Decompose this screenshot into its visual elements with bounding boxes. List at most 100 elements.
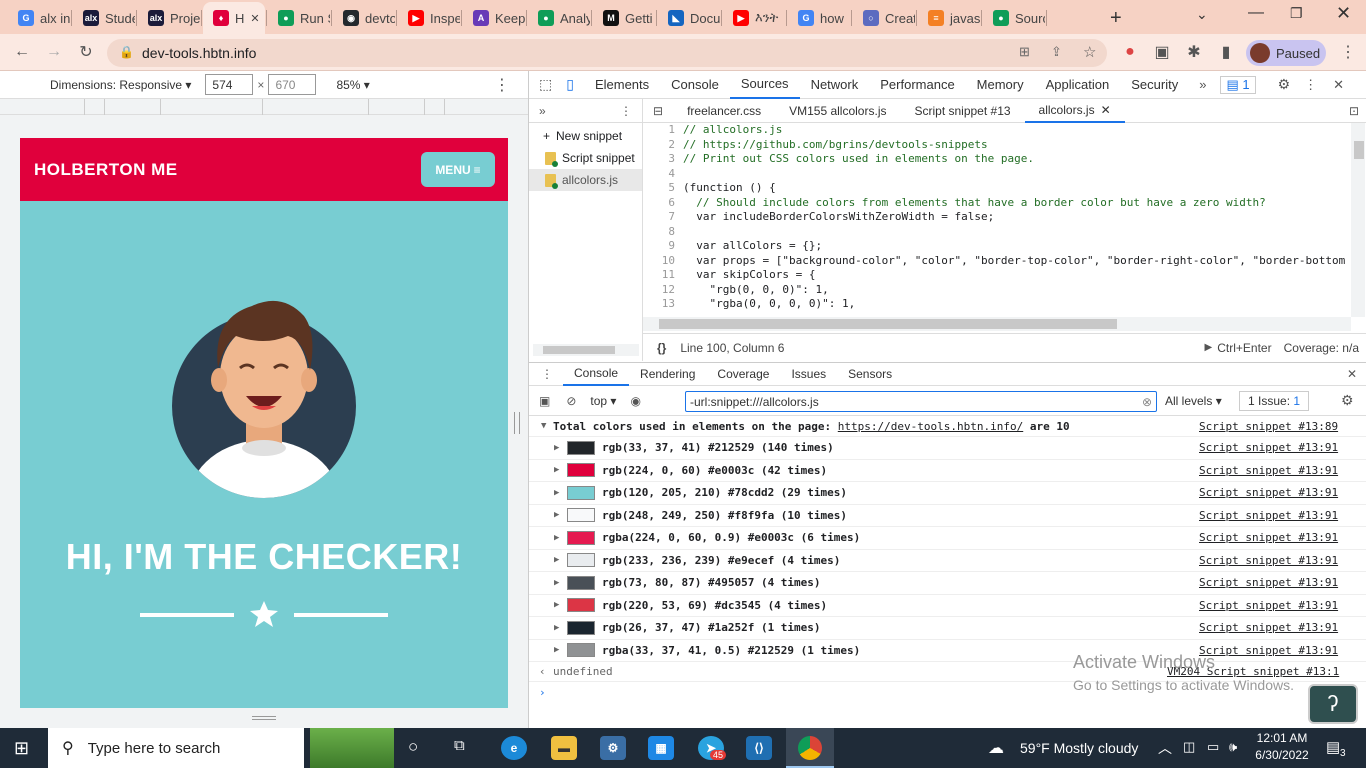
clear-console-icon[interactable]: ⊘ xyxy=(558,394,584,408)
devtools-tab-sources[interactable]: Sources xyxy=(729,71,800,99)
task-view-icon[interactable]: ⧉ xyxy=(454,737,465,754)
expand-triangle-icon[interactable]: ▶ xyxy=(554,510,559,520)
source-link[interactable]: Script snippet #13:91 xyxy=(1199,554,1338,567)
source-link[interactable]: Script snippet #13:89 xyxy=(1199,420,1338,433)
source-link[interactable]: Script snippet #13:91 xyxy=(1199,599,1338,612)
source-link[interactable]: Script snippet #13:91 xyxy=(1199,486,1338,499)
console-sidebar-icon[interactable]: ▣ xyxy=(529,394,558,408)
line-number[interactable]: 13 xyxy=(643,297,683,312)
line-number[interactable]: 4 xyxy=(643,167,683,182)
translate-icon[interactable]: ⊞ xyxy=(1019,44,1030,60)
browser-tab[interactable]: ◣ Docu xyxy=(658,5,720,31)
store-icon[interactable]: ▦ xyxy=(648,736,674,760)
drawer-tab-console[interactable]: Console xyxy=(563,362,630,386)
devtools-tab-network[interactable]: Network xyxy=(800,71,870,99)
expand-triangle-icon[interactable]: ▶ xyxy=(554,600,559,610)
device-more-icon[interactable]: ⋮ xyxy=(494,75,510,95)
expand-triangle-icon[interactable]: ▶ xyxy=(554,443,559,453)
browser-tab[interactable]: M Getti xyxy=(593,5,655,31)
editor-tab[interactable]: Script snippet #13 xyxy=(900,99,1024,123)
more-tabs-icon[interactable]: » xyxy=(1189,77,1216,92)
console-color-row[interactable]: ▶ rgb(33, 37, 41) #212529 (140 times) Scri… xyxy=(529,437,1366,460)
width-input[interactable]: 574 xyxy=(205,74,254,95)
line-number[interactable]: 3 xyxy=(643,152,683,167)
clear-filter-icon[interactable]: ⊗ xyxy=(1142,395,1152,409)
editor-tab[interactable]: allcolors.js ✕ xyxy=(1024,98,1125,123)
editor-horizontal-scrollbar[interactable] xyxy=(643,317,1351,331)
browser-tab[interactable]: alx Proje xyxy=(138,5,200,31)
snippet-item-selected[interactable]: allcolors.js xyxy=(529,169,642,191)
line-number[interactable]: 9 xyxy=(643,239,683,254)
devtools-tab-application[interactable]: Application xyxy=(1035,71,1121,99)
browser-tab[interactable]: Ghow xyxy=(788,5,850,31)
extension-icon[interactable]: ▣ xyxy=(1152,42,1172,62)
source-link[interactable]: Script snippet #13:91 xyxy=(1199,621,1338,634)
address-bar[interactable]: 🔒 dev-tools.hbtn.info ⊞ ⇪ ☆ xyxy=(107,39,1107,67)
line-number[interactable]: 11 xyxy=(643,268,683,283)
console-color-row[interactable]: ▶ rgba(33, 37, 41, 0.5) #212529 (1 times)… xyxy=(529,640,1366,662)
cortana-icon[interactable]: ○ xyxy=(408,737,418,757)
browser-tab[interactable]: ♦ H ✕ xyxy=(203,2,265,34)
browser-tab[interactable]: ▶ እንት xyxy=(723,5,785,31)
dimensions-dropdown[interactable]: Dimensions: Responsive ▾ xyxy=(50,78,191,92)
menu-button[interactable]: MENU ≡ xyxy=(421,152,495,187)
app-icon[interactable]: ⚙ xyxy=(600,736,626,760)
browser-tab[interactable]: Galx in xyxy=(8,5,70,31)
clock-date[interactable]: 6/30/2022 xyxy=(1254,748,1310,762)
menu-kebab-icon[interactable]: ⋮ xyxy=(1338,42,1358,62)
close-window-icon[interactable]: ✕ xyxy=(1336,3,1351,24)
editor-vertical-scrollbar[interactable] xyxy=(1351,123,1365,317)
close-editor-tab-icon[interactable]: ✕ xyxy=(1101,103,1111,117)
reload-icon[interactable]: ↻ xyxy=(76,42,96,62)
extension-color-icon[interactable]: ● xyxy=(1120,42,1140,62)
devtools-tab-security[interactable]: Security xyxy=(1120,71,1189,99)
line-number[interactable]: 1 xyxy=(643,123,683,138)
console-color-row[interactable]: ▶ rgb(248, 249, 250) #f8f9fa (10 times) Sc… xyxy=(529,505,1366,527)
levels-dropdown[interactable]: All levels ▾ xyxy=(1165,394,1222,408)
line-number[interactable]: 2 xyxy=(643,138,683,153)
devtools-tab-performance[interactable]: Performance xyxy=(869,71,965,99)
expand-triangle-icon[interactable]: ▶ xyxy=(554,465,559,475)
context-selector[interactable]: top ▾ xyxy=(584,394,622,408)
browser-tab[interactable]: A Keep xyxy=(463,5,525,31)
console-filter-input[interactable]: -url:snippet:///allcolors.js ⊗ xyxy=(685,391,1157,412)
drawer-tab-issues[interactable]: Issues xyxy=(780,362,837,386)
drawer-menu-icon[interactable]: ⋮ xyxy=(529,367,563,381)
line-number[interactable]: 5 xyxy=(643,181,683,196)
line-number[interactable]: 10 xyxy=(643,254,683,269)
line-number[interactable]: 8 xyxy=(643,225,683,240)
resize-handle-bottom[interactable] xyxy=(252,716,276,720)
issues-badge[interactable]: ▤ 1 xyxy=(1220,75,1256,94)
new-snippet-button[interactable]: + New snippet xyxy=(529,125,642,147)
source-link[interactable]: Script snippet #13:91 xyxy=(1199,464,1338,477)
devtools-tab-elements[interactable]: Elements xyxy=(584,71,660,99)
console-issues-button[interactable]: 1 Issue: 1 xyxy=(1239,391,1310,411)
code-editor[interactable]: 1// allcolors.js 2// https://github.com/b… xyxy=(643,123,1349,317)
media-query-ruler[interactable] xyxy=(0,99,528,115)
drawer-tab-coverage[interactable]: Coverage xyxy=(706,362,780,386)
tray-device-icon[interactable]: ◫ xyxy=(1183,739,1195,755)
weather-text[interactable]: 59°F Mostly cloudy xyxy=(1020,740,1138,756)
edge-icon[interactable]: e xyxy=(501,736,527,760)
drawer-tab-sensors[interactable]: Sensors xyxy=(837,362,903,386)
side-panel-icon[interactable]: ▮ xyxy=(1216,42,1236,62)
summary-link[interactable]: https://dev-tools.hbtn.info/ xyxy=(838,420,1023,433)
live-expression-eye-icon[interactable]: ◉ xyxy=(622,394,648,408)
source-link[interactable]: Script snippet #13:91 xyxy=(1199,509,1338,522)
source-link[interactable]: Script snippet #13:91 xyxy=(1199,576,1338,589)
close-drawer-icon[interactable]: ✕ xyxy=(1347,367,1366,381)
drawer-tab-rendering[interactable]: Rendering xyxy=(629,362,706,386)
network-icon[interactable]: ▭ xyxy=(1207,739,1219,755)
browser-tab[interactable]: ● Sourc xyxy=(983,5,1045,31)
source-link[interactable]: Script snippet #13:91 xyxy=(1199,531,1338,544)
editor-tab[interactable]: VM155 allcolors.js xyxy=(775,99,900,123)
console-color-row[interactable]: ▶ rgb(120, 205, 210) #78cdd2 (29 times) Sc… xyxy=(529,482,1366,505)
volume-icon[interactable]: 🕪 xyxy=(1229,739,1237,755)
restore-icon[interactable]: ❐ xyxy=(1290,5,1303,22)
file-explorer-icon[interactable]: ▬ xyxy=(551,736,577,760)
browser-tab[interactable]: alx Stude xyxy=(73,5,135,31)
console-summary-row[interactable]: ▼ Total colors used in elements on the p… xyxy=(529,416,1366,437)
devtools-menu-icon[interactable]: ⋮ xyxy=(1304,77,1317,93)
extensions-puzzle-icon[interactable]: ✱ xyxy=(1184,42,1204,62)
console-color-row[interactable]: ▶ rgb(224, 0, 60) #e0003c (42 times) Scrip… xyxy=(529,460,1366,482)
